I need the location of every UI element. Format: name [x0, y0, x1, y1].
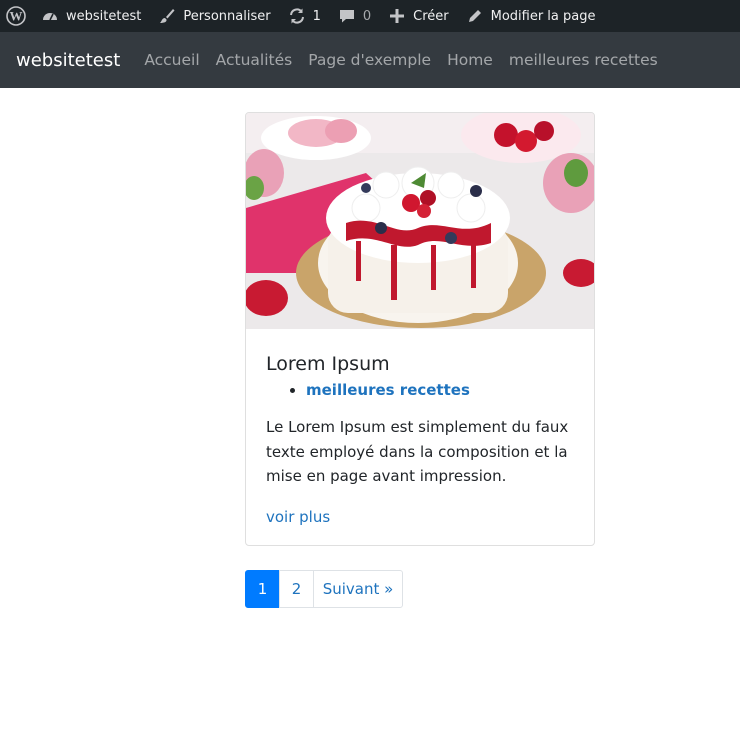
edit-page-button[interactable]: Modifier la page: [457, 0, 604, 32]
create-label: Créer: [413, 8, 449, 24]
comment-icon: [337, 6, 357, 26]
dashboard-icon: [40, 6, 60, 26]
nav-link-accueil[interactable]: Accueil: [136, 51, 207, 69]
post-card: Lorem Ipsum meilleures recettes Le Lorem…: [245, 112, 595, 546]
post-excerpt: Le Lorem Ipsum est simplement du faux te…: [266, 418, 569, 485]
nav-link-home[interactable]: Home: [439, 51, 501, 69]
category-item: meilleures recettes: [306, 381, 574, 399]
admin-bar: W websitetest Personnaliser 1 0 Créer Mo…: [0, 0, 740, 32]
nav-link-meilleures-recettes[interactable]: meilleures recettes: [501, 51, 666, 69]
nav-link-page-exemple[interactable]: Page d'exemple: [300, 51, 439, 69]
post-featured-image[interactable]: [246, 113, 594, 329]
comments-button[interactable]: 0: [329, 0, 379, 32]
updates-count: 1: [312, 8, 321, 24]
pagination: 1 2 Suivant »: [245, 570, 403, 608]
category-link[interactable]: meilleures recettes: [306, 381, 470, 399]
page-1-button[interactable]: 1: [245, 570, 280, 608]
wordpress-logo-button[interactable]: W: [0, 0, 32, 32]
site-brand[interactable]: websitetest: [16, 50, 120, 71]
site-name-button[interactable]: websitetest: [32, 0, 149, 32]
edit-page-label: Modifier la page: [490, 8, 596, 24]
pencil-icon: [465, 6, 485, 26]
svg-text:W: W: [10, 9, 23, 24]
post-categories: meilleures recettes: [266, 381, 574, 399]
site-name-label: websitetest: [66, 8, 142, 24]
page-2-button[interactable]: 2: [279, 570, 314, 608]
site-navbar: websitetest Accueil Actualités Page d'ex…: [0, 32, 740, 88]
paintbrush-icon: [157, 6, 177, 26]
post-card-body: Lorem Ipsum meilleures recettes Le Lorem…: [246, 329, 594, 526]
comments-count: 0: [362, 8, 372, 24]
plus-icon: [387, 6, 407, 26]
refresh-icon: [287, 6, 307, 26]
nav-link-actualites[interactable]: Actualités: [208, 51, 301, 69]
create-button[interactable]: Créer: [379, 0, 456, 32]
customize-button[interactable]: Personnaliser: [149, 0, 278, 32]
post-title: Lorem Ipsum: [266, 353, 390, 375]
wordpress-icon: W: [6, 6, 26, 26]
customize-label: Personnaliser: [183, 8, 271, 24]
next-page-button[interactable]: Suivant »: [313, 570, 403, 608]
read-more-link[interactable]: voir plus: [266, 508, 330, 526]
updates-button[interactable]: 1: [279, 0, 329, 32]
